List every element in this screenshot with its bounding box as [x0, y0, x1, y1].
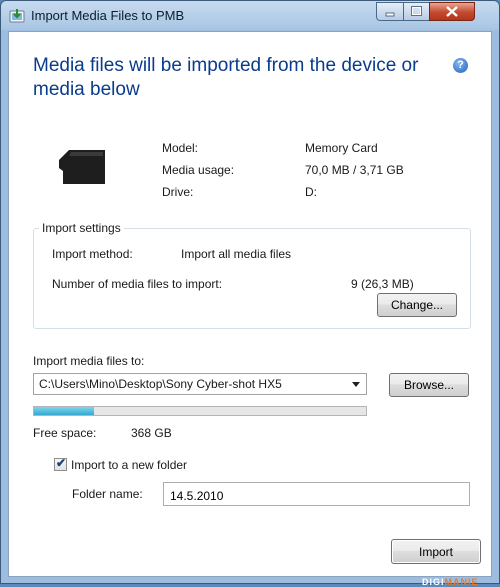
- watermark-part-1: DIGI: [422, 577, 445, 587]
- title-bar[interactable]: Import Media Files to PMB: [1, 1, 499, 31]
- drive-label: Drive:: [162, 185, 194, 199]
- memory-card-icon: [59, 150, 105, 184]
- help-icon[interactable]: ?: [453, 58, 468, 73]
- folder-name-label: Folder name:: [72, 487, 143, 501]
- checkmark-icon: ✔: [56, 456, 67, 470]
- change-button[interactable]: Change...: [377, 293, 457, 317]
- import-settings-title: Import settings: [39, 221, 124, 235]
- import-method-label: Import method:: [52, 247, 133, 261]
- import-method-value: Import all media files: [181, 247, 292, 261]
- minimize-button[interactable]: [376, 2, 404, 21]
- maximize-icon: [411, 6, 422, 16]
- file-count-value: 9 (26,3 MB): [351, 277, 414, 291]
- import-button[interactable]: Import: [391, 539, 481, 564]
- model-value: Memory Card: [305, 141, 378, 155]
- folder-name-input[interactable]: [163, 482, 470, 506]
- media-usage-value: 70,0 MB / 3,71 GB: [305, 163, 404, 177]
- page-title: Media files will be imported from the de…: [33, 55, 419, 100]
- new-folder-checkbox[interactable]: ✔: [54, 456, 67, 471]
- maximize-button[interactable]: [403, 2, 430, 21]
- watermark-part-2: MANIE: [444, 577, 479, 587]
- disk-space-bar-fill: [34, 407, 94, 415]
- new-folder-checkbox-label[interactable]: Import to a new folder: [71, 458, 187, 472]
- chevron-down-icon: [352, 382, 360, 387]
- free-space-value: 368 GB: [131, 426, 172, 440]
- import-dialog-window: Import Media Files to PMB Media files wi…: [0, 0, 500, 587]
- minimize-icon: [385, 12, 395, 17]
- close-icon: [446, 6, 458, 17]
- close-button[interactable]: [429, 2, 475, 21]
- model-label: Model:: [162, 141, 199, 155]
- destination-path-value: C:\Users\Mino\Desktop\Sony Cyber-shot HX…: [39, 377, 282, 391]
- browse-button[interactable]: Browse...: [389, 373, 469, 397]
- file-count-label: Number of media files to import:: [52, 277, 223, 291]
- destination-path-select[interactable]: C:\Users\Mino\Desktop\Sony Cyber-shot HX…: [33, 373, 367, 395]
- import-app-icon: [9, 9, 25, 23]
- free-space-label: Free space:: [33, 426, 97, 440]
- disk-space-bar: [33, 406, 367, 416]
- media-usage-label: Media usage:: [162, 163, 235, 177]
- destination-label: Import media files to:: [33, 354, 145, 368]
- dialog-content: Media files will be imported from the de…: [8, 31, 492, 577]
- drive-value: D:: [305, 185, 317, 199]
- window-title: Import Media Files to PMB: [31, 8, 185, 23]
- watermark-logo: DIGIMANIE: [422, 577, 479, 587]
